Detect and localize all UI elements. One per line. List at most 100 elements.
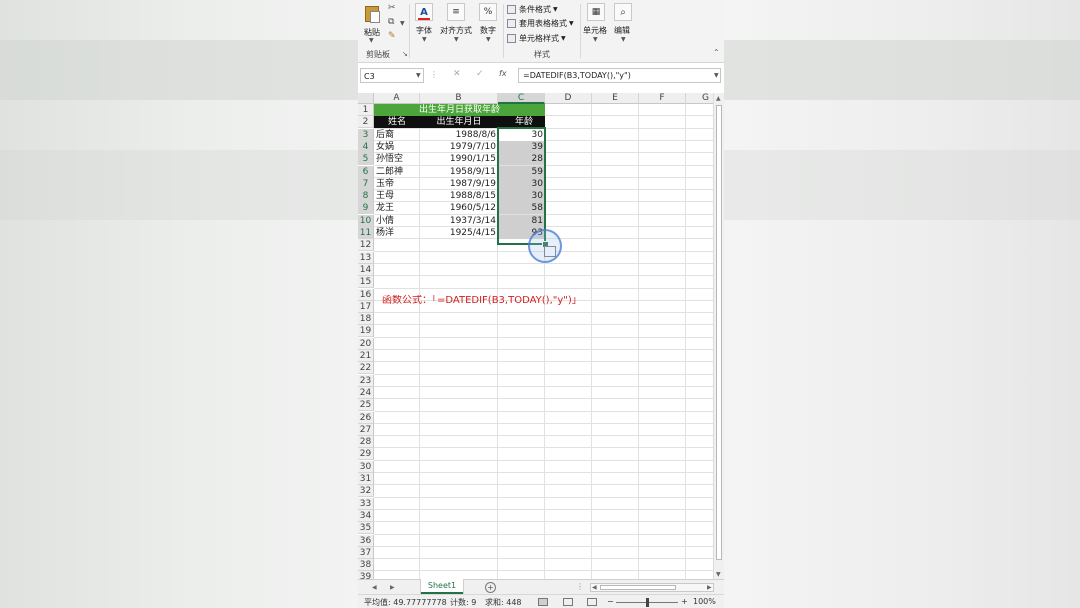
font-button[interactable]: A 字体 ▼ bbox=[414, 3, 436, 45]
cancel-icon[interactable]: ✕ bbox=[453, 69, 461, 79]
row-header-19[interactable]: 19 bbox=[358, 325, 374, 338]
column-header-f[interactable]: F bbox=[639, 93, 686, 104]
scroll-down-icon[interactable]: ▼ bbox=[716, 571, 721, 578]
cell-name[interactable]: 孙悟空 bbox=[374, 153, 420, 165]
row-header-17[interactable]: 17 bbox=[358, 300, 374, 313]
insert-function-icon[interactable]: fx bbox=[499, 69, 507, 78]
cell-birth[interactable]: 1990/1/15 bbox=[420, 153, 498, 165]
editing-button[interactable]: ⌕ 编辑 ▼ bbox=[612, 3, 634, 45]
row-header-20[interactable]: 20 bbox=[358, 337, 374, 350]
row-header-33[interactable]: 33 bbox=[358, 497, 374, 510]
cell-name[interactable]: 杨洋 bbox=[374, 227, 420, 239]
cell-name[interactable]: 二郎神 bbox=[374, 166, 420, 178]
row-header-27[interactable]: 27 bbox=[358, 423, 374, 436]
collapse-ribbon-icon[interactable]: ⌃ bbox=[713, 48, 720, 57]
row-header-11[interactable]: 11 bbox=[358, 227, 374, 239]
cell-age[interactable]: 81 bbox=[498, 214, 545, 227]
cell-birth[interactable]: 1937/3/14 bbox=[420, 215, 498, 227]
format-painter-icon[interactable]: ✎ bbox=[388, 31, 396, 41]
next-sheet-icon[interactable]: ▶ bbox=[390, 584, 395, 591]
horizontal-scroll-thumb[interactable] bbox=[600, 585, 676, 590]
column-header-g[interactable]: G bbox=[686, 93, 713, 104]
row-header-3[interactable]: 3 bbox=[358, 128, 374, 141]
cell-name[interactable]: 小倩 bbox=[374, 215, 420, 227]
cell-name[interactable]: 玉帝 bbox=[374, 178, 420, 190]
row-header-36[interactable]: 36 bbox=[358, 534, 374, 547]
cell-styles-button[interactable]: 单元格样式 ▼ bbox=[507, 32, 566, 44]
row-header-10[interactable]: 10 bbox=[358, 214, 374, 227]
row-header-31[interactable]: 31 bbox=[358, 473, 374, 485]
row-header-7[interactable]: 7 bbox=[358, 177, 374, 190]
scroll-up-icon[interactable]: ▲ bbox=[716, 95, 721, 102]
column-header-d[interactable]: D bbox=[545, 93, 592, 104]
confirm-icon[interactable]: ✓ bbox=[476, 69, 484, 79]
add-sheet-icon[interactable]: + bbox=[485, 582, 496, 593]
row-header-14[interactable]: 14 bbox=[358, 263, 374, 276]
row-header-9[interactable]: 9 bbox=[358, 202, 374, 215]
zoom-in-icon[interactable]: + bbox=[681, 597, 688, 606]
row-header-23[interactable]: 23 bbox=[358, 374, 374, 387]
cell-birth[interactable]: 1925/4/15 bbox=[420, 227, 498, 239]
expand-formula-icon[interactable]: ▼ bbox=[714, 72, 719, 79]
cell-name[interactable]: 王母 bbox=[374, 190, 420, 202]
row-header-32[interactable]: 32 bbox=[358, 485, 374, 498]
table-format-button[interactable]: 套用表格格式 ▼ bbox=[507, 17, 574, 29]
row-header-38[interactable]: 38 bbox=[358, 559, 374, 572]
cell-age[interactable]: 30 bbox=[498, 128, 545, 141]
row-header-15[interactable]: 15 bbox=[358, 276, 374, 289]
sheet-tab-sheet1[interactable]: Sheet1 bbox=[421, 579, 463, 594]
conditional-format-button[interactable]: 条件格式 ▼ bbox=[507, 3, 558, 15]
row-header-1[interactable]: 1 bbox=[358, 104, 374, 116]
column-header-e[interactable]: E bbox=[592, 93, 639, 104]
row-header-28[interactable]: 28 bbox=[358, 436, 374, 449]
page-layout-icon[interactable] bbox=[563, 598, 573, 606]
zoom-out-icon[interactable]: − bbox=[607, 597, 614, 606]
vertical-scroll-thumb[interactable] bbox=[716, 105, 722, 560]
row-header-16[interactable]: 16 bbox=[358, 288, 374, 301]
title-cell[interactable]: 出生年月日获取年龄 bbox=[374, 104, 545, 116]
cell-age[interactable]: 28 bbox=[498, 153, 545, 166]
chevron-down-icon[interactable]: ▼ bbox=[416, 72, 421, 79]
row-header-12[interactable]: 12 bbox=[358, 239, 374, 252]
row-header-2[interactable]: 2 bbox=[358, 116, 374, 129]
cut-icon[interactable]: ✂ bbox=[388, 3, 396, 13]
row-header-5[interactable]: 5 bbox=[358, 153, 374, 166]
header-cell-birth[interactable]: 出生年月日 bbox=[420, 116, 498, 128]
cell-name[interactable]: 后裔 bbox=[374, 129, 420, 141]
prev-sheet-icon[interactable]: ◀ bbox=[372, 584, 377, 591]
scroll-right-icon[interactable]: ▶ bbox=[707, 584, 712, 591]
row-header-34[interactable]: 34 bbox=[358, 509, 374, 522]
formula-input[interactable]: =DATEDIF(B3,TODAY(),"y") bbox=[518, 68, 721, 83]
cells-button[interactable]: ▦ 单元格 ▼ bbox=[583, 3, 609, 45]
copy-icon[interactable]: ⧉ bbox=[388, 17, 394, 27]
cell-age[interactable]: 59 bbox=[498, 165, 545, 178]
zoom-level[interactable]: 100% bbox=[693, 597, 716, 606]
header-cell-age[interactable]: 年龄 bbox=[498, 116, 545, 128]
cell-birth[interactable]: 1988/8/15 bbox=[420, 190, 498, 202]
row-header-29[interactable]: 29 bbox=[358, 448, 374, 461]
row-header-4[interactable]: 4 bbox=[358, 140, 374, 153]
horizontal-scrollbar[interactable]: ◀ ▶ bbox=[590, 583, 714, 592]
vertical-scrollbar[interactable]: ▲ ▼ bbox=[713, 93, 724, 580]
chevron-down-icon[interactable]: ▼ bbox=[400, 20, 405, 27]
zoom-slider-knob[interactable] bbox=[646, 598, 649, 607]
column-header-a[interactable]: A bbox=[374, 93, 420, 104]
row-header-18[interactable]: 18 bbox=[358, 313, 374, 326]
column-header-c[interactable]: C bbox=[498, 93, 545, 104]
select-all-corner[interactable] bbox=[358, 93, 374, 104]
name-box[interactable]: C3 bbox=[360, 68, 424, 83]
cell-birth[interactable]: 1958/9/11 bbox=[420, 166, 498, 178]
dialog-launcher-icon[interactable]: ↘ bbox=[402, 50, 408, 58]
row-header-13[interactable]: 13 bbox=[358, 251, 374, 264]
row-header-35[interactable]: 35 bbox=[358, 522, 374, 535]
cell-age[interactable]: 30 bbox=[498, 190, 545, 203]
alignment-button[interactable]: ≡ 对齐方式 ▼ bbox=[440, 3, 474, 45]
worksheet-grid[interactable]: ABCDEFG 1 2 3 4 5 6 7 8 9 10 11 12 13 14 15 16 17 18 19 20 2… bbox=[358, 93, 713, 580]
row-header-37[interactable]: 37 bbox=[358, 546, 374, 559]
header-cell-name[interactable]: 姓名 bbox=[374, 116, 420, 128]
row-header-24[interactable]: 24 bbox=[358, 386, 374, 399]
row-header-30[interactable]: 30 bbox=[358, 460, 374, 473]
cell-age[interactable]: 30 bbox=[498, 177, 545, 190]
cell-birth[interactable]: 1960/5/12 bbox=[420, 202, 498, 214]
cell-name[interactable]: 龙王 bbox=[374, 202, 420, 214]
